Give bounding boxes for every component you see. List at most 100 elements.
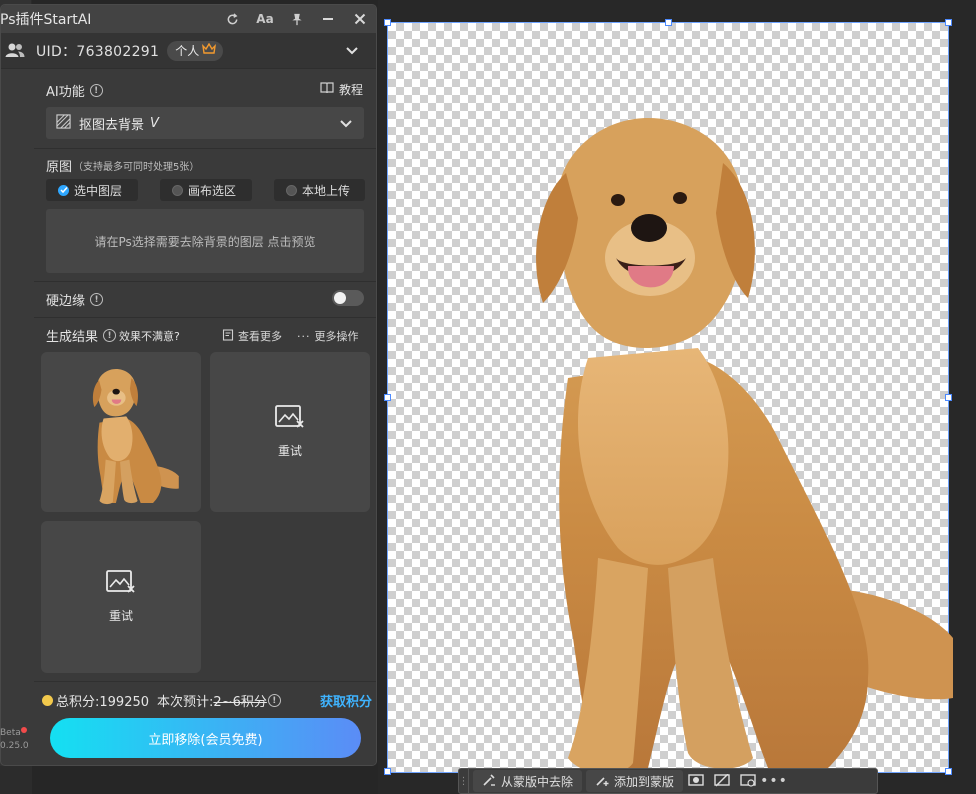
transform-handle[interactable]: [665, 19, 672, 26]
source-label: 原图: [46, 160, 73, 175]
transform-handle[interactable]: [945, 19, 952, 26]
toggle-knob: [334, 292, 346, 304]
drag-grip-icon[interactable]: ⋮: [459, 769, 469, 793]
broken-image-icon: [106, 570, 136, 597]
divider: [34, 148, 376, 149]
source-heading: 原图 （支持最多可同时处理5张）: [46, 156, 199, 175]
refresh-icon[interactable]: [222, 9, 242, 29]
cutout-icon: [56, 113, 71, 133]
results-label: 生成结果: [46, 330, 99, 345]
source-hint: （支持最多可同时处理5张）: [73, 162, 200, 173]
info-icon[interactable]: !: [103, 329, 117, 342]
add-to-mask-label: 添加到蒙版: [614, 774, 675, 789]
retry-card[interactable]: 重试: [210, 352, 370, 512]
hard-edge-label: 硬边缘: [46, 294, 86, 309]
crown-icon: [202, 42, 217, 58]
startai-plugin-panel: Ps插件StartAI Aa UID：763802291 个人 AI功能 ! 教…: [0, 4, 377, 766]
info-icon[interactable]: !: [267, 694, 281, 707]
bottom-strip: [0, 766, 32, 794]
contextual-task-bar: ⋮ 从蒙版中去除 添加到蒙版 •••: [458, 768, 878, 794]
version-label: Beta 0.25.0: [0, 727, 29, 753]
uid-text: UID：763802291: [36, 43, 160, 60]
panel-titlebar[interactable]: Ps插件StartAI Aa: [0, 5, 376, 33]
dog-image: [536, 118, 953, 774]
tutorial-label: 教程: [339, 83, 364, 97]
add-to-mask-button[interactable]: 添加到蒙版: [586, 770, 684, 792]
chevron-down-icon[interactable]: [346, 45, 358, 60]
remove-from-mask-label: 从蒙版中去除: [501, 774, 574, 789]
history-icon: [222, 328, 234, 344]
feedback-link[interactable]: 效果不满意?: [119, 328, 180, 344]
remove-now-button[interactable]: 立即移除(会员免费): [50, 718, 361, 758]
book-icon: [320, 82, 334, 97]
transform-handle[interactable]: [384, 19, 391, 26]
panel-footer: 总积分:199250 本次预计: 2~6积分 ! 获取积分 立即移除(会员免费): [34, 681, 376, 765]
transform-handle[interactable]: [945, 394, 952, 401]
transform-handle[interactable]: [384, 394, 391, 401]
points-row: 总积分:199250 本次预计: 2~6积分 ! 获取积分: [42, 691, 372, 710]
dog-thumbnail-image: [92, 369, 179, 505]
transform-handle[interactable]: [384, 768, 391, 775]
ai-function-label: AI功能: [46, 85, 85, 100]
divider: [34, 281, 376, 282]
total-points: 总积分:199250: [56, 695, 150, 710]
mask-invert-icon[interactable]: [683, 770, 709, 792]
source-option-label: 选中图层: [74, 183, 123, 198]
document-canvas[interactable]: [384, 19, 953, 775]
source-option-label: 本地上传: [302, 183, 351, 198]
more-options-icon[interactable]: •••: [760, 770, 787, 792]
pin-icon[interactable]: [287, 9, 307, 29]
retry-label: 重试: [108, 609, 133, 623]
estimate-value: 2~6积分: [213, 695, 267, 710]
version-tag: V: [150, 115, 159, 131]
source-option-selected-layer[interactable]: 选中图层: [46, 179, 138, 201]
ai-function-heading: AI功能 !: [46, 81, 103, 100]
mask-settings-icon[interactable]: [735, 770, 761, 792]
app-title: Ps插件StartAI: [0, 12, 92, 28]
more-actions-label: 更多操作: [314, 330, 359, 343]
brush-plus-icon: [595, 773, 609, 790]
users-icon: [5, 42, 25, 62]
coin-icon: [42, 695, 53, 706]
broken-image-icon: [275, 405, 305, 432]
close-icon[interactable]: [350, 9, 370, 29]
plan-badge[interactable]: 个人: [167, 40, 224, 61]
radio-empty-icon: [172, 184, 183, 196]
result-thumbnail[interactable]: [41, 352, 201, 512]
view-more-label: 查看更多: [238, 330, 282, 343]
canvas-area[interactable]: ⋮ 从蒙版中去除 添加到蒙版 •••: [378, 0, 976, 794]
source-option-local-upload[interactable]: 本地上传: [274, 179, 365, 201]
brush-minus-icon: [482, 773, 496, 790]
minimize-icon[interactable]: [318, 9, 338, 29]
transform-handle[interactable]: [945, 768, 952, 775]
source-preview-area[interactable]: 请在Ps选择需要去除背景的图层 点击预览: [46, 209, 364, 273]
ai-function-select[interactable]: 抠图去背景 V: [46, 107, 364, 139]
ellipsis-icon: ···: [297, 329, 311, 343]
mask-disable-icon[interactable]: [709, 770, 735, 792]
tutorial-link[interactable]: 教程: [320, 81, 363, 98]
version-number: 0.25.0: [0, 741, 29, 751]
retry-label: 重试: [277, 444, 302, 458]
beta-label: Beta: [0, 728, 21, 738]
more-actions-button[interactable]: ··· 更多操作: [297, 328, 359, 344]
ai-function-selected: 抠图去背景: [79, 117, 145, 133]
panel-content: AI功能 ! 教程 抠图去背景 V 原图 （支持最多可同时处理5张） 选中图层 …: [34, 69, 376, 765]
source-option-label: 画布选区: [188, 183, 237, 198]
view-more-button[interactable]: 查看更多: [222, 328, 282, 344]
info-icon[interactable]: !: [89, 84, 103, 97]
chevron-down-icon: [340, 118, 352, 133]
hard-edge-toggle[interactable]: [332, 290, 364, 306]
plan-label: 个人: [175, 44, 200, 58]
update-dot-icon: [20, 727, 27, 733]
retry-card[interactable]: 重试: [41, 521, 201, 673]
account-row[interactable]: UID：763802291 个人: [1, 33, 376, 69]
remove-from-mask-button[interactable]: 从蒙版中去除: [473, 770, 583, 792]
results-heading: 生成结果 ! 效果不满意?: [46, 326, 180, 345]
source-option-canvas-selection[interactable]: 画布选区: [160, 179, 252, 201]
estimate-label: 本次预计:: [157, 695, 214, 710]
divider: [34, 317, 376, 318]
info-icon[interactable]: !: [90, 293, 104, 306]
hard-edge-heading: 硬边缘 !: [46, 290, 104, 309]
font-size-button[interactable]: Aa: [255, 9, 275, 29]
get-points-link[interactable]: 获取积分: [320, 691, 372, 710]
